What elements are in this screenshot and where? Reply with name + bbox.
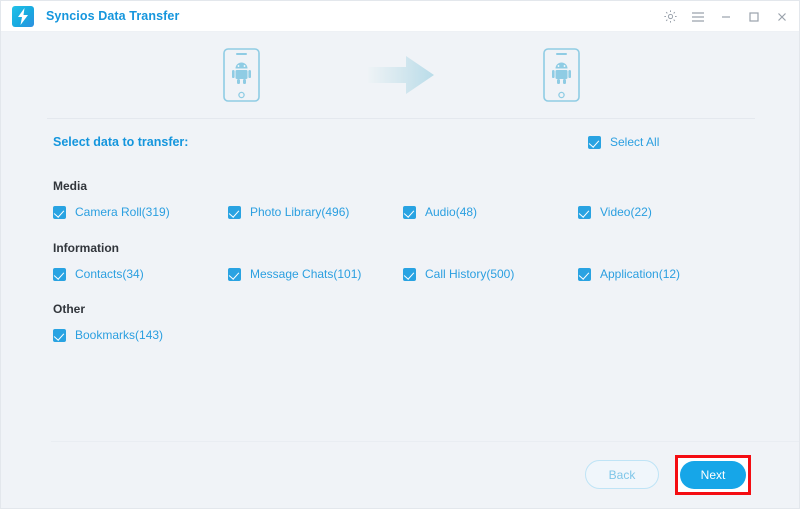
window-controls <box>657 1 795 32</box>
data-item-audio[interactable]: Audio(48) <box>403 205 578 219</box>
title-bar: Syncios Data Transfer <box>1 1 799 32</box>
data-item-video[interactable]: Video(22) <box>578 205 753 219</box>
select-data-row: Select data to transfer: Select All <box>1 131 799 159</box>
group-items: Bookmarks(143) <box>53 328 753 342</box>
data-item-application[interactable]: Application(12) <box>578 267 753 281</box>
footer-divider <box>51 441 799 442</box>
data-item-camera-roll[interactable]: Camera Roll(319) <box>53 205 228 219</box>
lightning-bolt-logo-icon <box>12 5 34 27</box>
data-item-label: Contacts(34) <box>75 267 144 281</box>
data-item-contacts[interactable]: Contacts(34) <box>53 267 228 281</box>
checkbox-checked-icon <box>53 328 66 342</box>
data-item-message-chats[interactable]: Message Chats(101) <box>228 267 403 281</box>
group-items: Camera Roll(319) Photo Library(496) Audi… <box>53 205 753 219</box>
group-items: Contacts(34) Message Chats(101) Call His… <box>53 267 753 281</box>
hamburger-menu-icon[interactable] <box>685 4 711 30</box>
app-title: Syncios Data Transfer <box>46 9 180 23</box>
next-button-highlight: Next <box>675 455 751 495</box>
checkbox-checked-icon <box>228 267 241 281</box>
checkbox-checked-icon <box>228 205 241 219</box>
data-item-photo-library[interactable]: Photo Library(496) <box>228 205 403 219</box>
data-item-bookmarks[interactable]: Bookmarks(143) <box>53 328 228 342</box>
data-item-label: Video(22) <box>600 205 652 219</box>
minimize-icon[interactable] <box>713 4 739 30</box>
data-item-call-history[interactable]: Call History(500) <box>403 267 578 281</box>
checkbox-checked-icon <box>588 135 601 149</box>
data-item-label: Audio(48) <box>425 205 478 219</box>
android-phone-icon <box>542 48 580 102</box>
header-divider <box>47 118 755 119</box>
select-all-label: Select All <box>610 135 660 149</box>
checkbox-checked-icon <box>578 205 591 219</box>
target-device <box>481 48 641 102</box>
checkbox-checked-icon <box>403 267 416 281</box>
select-all-checkbox[interactable]: Select All <box>588 135 659 149</box>
checkbox-checked-icon <box>578 267 591 281</box>
app-window: Syncios Data Transfer Select data to tra… <box>0 0 800 509</box>
source-device <box>161 48 321 102</box>
maximize-icon[interactable] <box>741 4 767 30</box>
data-item-label: Application(12) <box>600 267 681 281</box>
checkbox-checked-icon <box>403 205 416 219</box>
data-item-label: Photo Library(496) <box>250 205 350 219</box>
next-button[interactable]: Next <box>680 461 746 489</box>
group-title: Media <box>53 179 88 193</box>
right-arrow-icon <box>368 56 434 94</box>
gear-icon[interactable] <box>657 4 683 30</box>
data-item-label: Call History(500) <box>425 267 515 281</box>
checkbox-checked-icon <box>53 205 66 219</box>
close-icon[interactable] <box>769 4 795 30</box>
group-title: Information <box>53 241 119 255</box>
device-transfer-illustration <box>1 32 799 118</box>
data-item-label: Bookmarks(143) <box>75 328 164 342</box>
data-item-label: Message Chats(101) <box>250 267 362 281</box>
transfer-direction <box>321 56 481 94</box>
data-item-label: Camera Roll(319) <box>75 205 170 219</box>
android-phone-icon <box>222 48 260 102</box>
select-data-label: Select data to transfer: <box>53 135 189 149</box>
group-title: Other <box>53 302 86 316</box>
checkbox-checked-icon <box>53 267 66 281</box>
back-button[interactable]: Back <box>585 460 659 489</box>
